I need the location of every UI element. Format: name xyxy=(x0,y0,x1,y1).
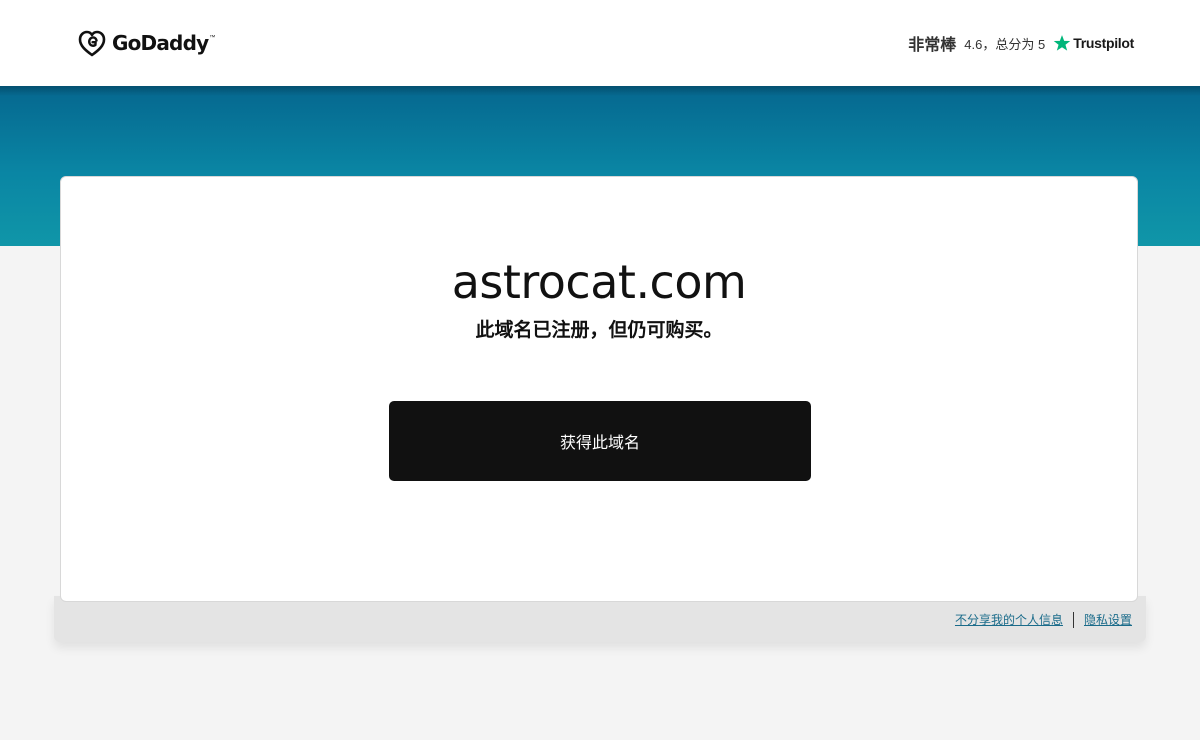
trustpilot-wordmark: Trustpilot xyxy=(1073,35,1134,51)
rating-score: 4.6，总分为 5 xyxy=(964,36,1046,52)
trustpilot-rating[interactable]: 非常棒 4.6，总分为 5 Trustpilot xyxy=(908,30,1134,56)
domain-name: astrocat.com xyxy=(451,255,747,309)
domain-status: 此域名已注册，但仍可购买。 xyxy=(475,320,723,341)
footer-links: 不分享我的个人信息 隐私设置 xyxy=(955,611,1132,628)
do-not-share-info-link[interactable]: 不分享我的个人信息 xyxy=(955,611,1063,628)
rating-label: 非常棒 xyxy=(908,37,957,54)
site-header: GoDaddy ™ 非常棒 4.6，总分为 5 Trustpilot xyxy=(0,0,1200,86)
domain-card: astrocat.com 此域名已注册，但仍可购买。 获得此域名 xyxy=(60,176,1138,602)
logo-wordmark: GoDaddy xyxy=(112,31,209,55)
header-shadow xyxy=(0,86,1200,96)
get-domain-button[interactable]: 获得此域名 xyxy=(389,401,811,481)
footer-divider xyxy=(1072,611,1074,628)
godaddy-heart-logo-icon xyxy=(78,30,106,57)
godaddy-logo[interactable]: GoDaddy ™ xyxy=(77,28,215,58)
trustpilot-star-icon xyxy=(1053,35,1071,51)
privacy-settings-link[interactable]: 隐私设置 xyxy=(1084,611,1132,628)
logo-trademark: ™ xyxy=(209,35,216,41)
